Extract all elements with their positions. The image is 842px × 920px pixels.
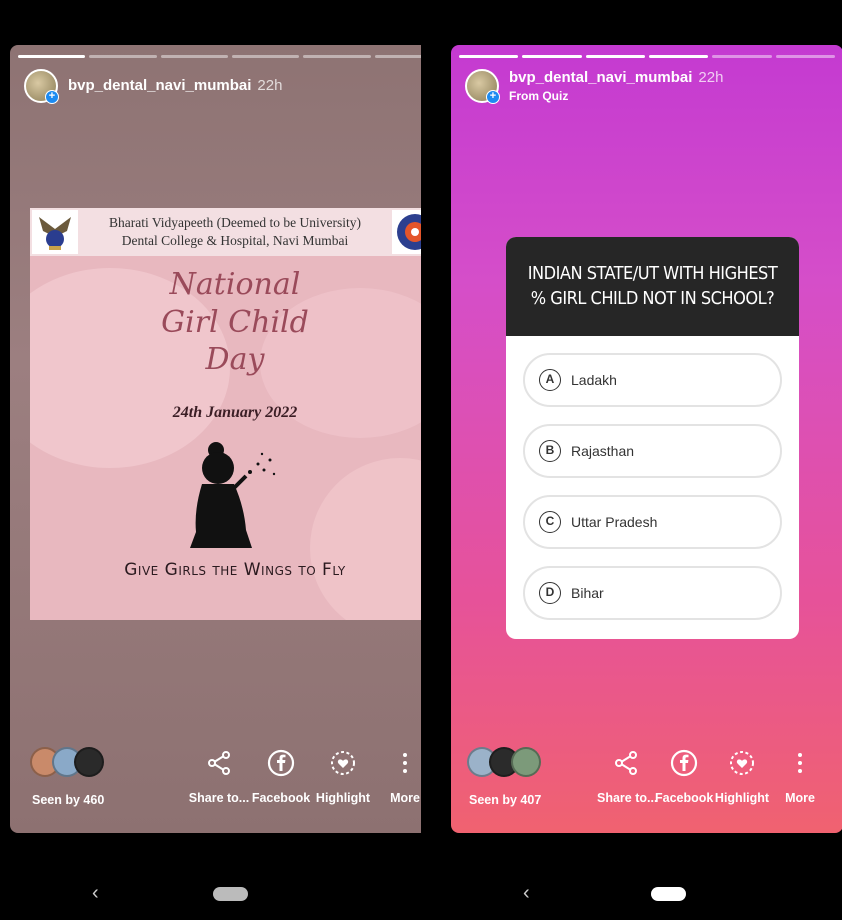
facebook-label: Facebook (251, 791, 311, 805)
facebook-icon (250, 747, 312, 779)
viewer-avatar[interactable] (74, 747, 104, 777)
story-actions: Share to... Facebook Highlight More (188, 747, 436, 805)
progress-segment (89, 55, 157, 58)
right-phone-screen: + bvp_dental_navi_mumbai 22h From Quiz IN… (421, 0, 842, 920)
quiz-options: A Ladakh B Rajasthan C Uttar Pradesh D B… (506, 336, 799, 620)
option-letter: D (539, 582, 561, 604)
avatar[interactable]: + (24, 69, 59, 104)
quiz-sticker: INDIAN STATE/UT WITH HIGHEST % GIRL CHIL… (506, 237, 799, 639)
add-story-icon[interactable]: + (45, 90, 59, 104)
title-line-3: Day (205, 342, 265, 377)
highlight-button[interactable]: Highlight (713, 747, 771, 805)
progress-segment (775, 55, 835, 58)
left-phone-screen: + bvp_dental_navi_mumbai 22h Bharati Vidy… (0, 0, 450, 920)
progress-segment (160, 55, 228, 58)
share-button[interactable]: Share to... (597, 747, 658, 805)
option-text: Uttar Pradesh (571, 514, 658, 530)
share-icon (188, 747, 250, 779)
seen-count[interactable]: Seen by 407 (469, 793, 541, 807)
story-card-quiz[interactable]: + bvp_dental_navi_mumbai 22h From Quiz IN… (451, 45, 842, 833)
college-line-2: Dental College & Hospital, Navi Mumbai (121, 233, 349, 248)
highlight-button[interactable]: Highlight (312, 747, 374, 805)
title-line-2: Girl Child (161, 304, 309, 340)
progress-segment (712, 55, 772, 58)
quiz-option-d[interactable]: D Bihar (523, 566, 782, 620)
poster-image: Bharati Vidyapeeth (Deemed to be Univers… (30, 208, 440, 620)
back-icon[interactable]: ‹ (92, 882, 99, 905)
username[interactable]: bvp_dental_navi_mumbai (509, 69, 692, 86)
avatar[interactable]: + (465, 69, 500, 104)
facebook-label: Facebook (655, 791, 714, 805)
title-line-1: National (169, 267, 301, 302)
seen-count[interactable]: Seen by 460 (32, 793, 104, 807)
highlight-label: Highlight (315, 791, 371, 805)
story-progress-bar (459, 55, 835, 58)
progress-segment (585, 55, 645, 58)
share-label: Share to... (188, 791, 250, 805)
more-label: More (785, 791, 815, 805)
back-icon[interactable]: ‹ (523, 882, 530, 905)
story-header: + bvp_dental_navi_mumbai 22h (24, 69, 436, 104)
progress-segment (648, 55, 709, 58)
option-text: Ladakh (571, 372, 617, 388)
viewer-avatars[interactable] (30, 747, 104, 777)
share-icon (597, 747, 655, 779)
progress-segment (18, 55, 86, 58)
poster-date: 24th January 2022 (172, 404, 298, 421)
progress-segment (303, 55, 371, 58)
poster-header: Bharati Vidyapeeth (Deemed to be Univers… (30, 208, 440, 256)
university-logo-icon (32, 210, 78, 254)
facebook-icon (655, 747, 713, 779)
college-line-1: Bharati Vidyapeeth (Deemed to be Univers… (109, 214, 361, 230)
highlight-heart-icon (312, 747, 374, 779)
story-header-text: bvp_dental_navi_mumbai 22h From Quiz (509, 69, 723, 103)
story-header: + bvp_dental_navi_mumbai 22h From Quiz (465, 69, 829, 104)
facebook-button[interactable]: Facebook (655, 747, 713, 805)
facebook-button[interactable]: Facebook (250, 747, 312, 805)
progress-segment (459, 55, 519, 58)
system-nav-bar: ‹ (421, 868, 842, 920)
option-text: Rajasthan (571, 443, 635, 459)
quiz-question: INDIAN STATE/UT WITH HIGHEST % GIRL CHIL… (506, 237, 799, 336)
highlight-heart-icon (713, 747, 771, 779)
story-progress-bar (18, 55, 442, 58)
story-source[interactable]: From Quiz (509, 89, 723, 103)
more-vertical-icon (771, 747, 829, 779)
option-letter: A (539, 369, 561, 391)
quiz-option-b[interactable]: B Rajasthan (523, 424, 782, 478)
progress-segment (522, 55, 582, 58)
girl-silhouette-icon (190, 442, 276, 548)
story-card-poster[interactable]: + bvp_dental_navi_mumbai 22h Bharati Vidy… (10, 45, 450, 833)
viewer-avatars[interactable] (467, 747, 541, 777)
highlight-label: Highlight (714, 791, 770, 805)
quiz-option-c[interactable]: C Uttar Pradesh (523, 495, 782, 549)
story-header-text: bvp_dental_navi_mumbai 22h (68, 77, 282, 95)
home-pill-icon[interactable] (213, 887, 248, 901)
home-pill-icon[interactable] (651, 887, 686, 901)
story-footer: Seen by 407 Share to... Facebook Highlig… (451, 747, 842, 817)
option-letter: B (539, 440, 561, 462)
username[interactable]: bvp_dental_navi_mumbai (68, 77, 251, 94)
share-button[interactable]: Share to... (188, 747, 250, 805)
share-label: Share to... (597, 791, 658, 805)
option-letter: C (539, 511, 561, 533)
story-footer: Seen by 460 Share to... Facebook Highlig… (10, 747, 450, 817)
add-story-icon[interactable]: + (486, 90, 500, 104)
quiz-option-a[interactable]: A Ladakh (523, 353, 782, 407)
progress-segment (231, 55, 300, 58)
story-actions: Share to... Facebook Highlight More (597, 747, 829, 805)
story-time: 22h (698, 69, 724, 86)
poster-tagline: Give Girls the Wings to Fly (124, 560, 346, 580)
college-name: Bharati Vidyapeeth (Deemed to be Univers… (109, 214, 361, 250)
option-text: Bihar (571, 585, 604, 601)
system-nav-bar: ‹ (0, 868, 421, 920)
viewer-avatar[interactable] (511, 747, 541, 777)
more-button[interactable]: More (771, 747, 829, 805)
story-time: 22h (257, 77, 283, 94)
poster-title: National Girl Child Day (30, 266, 440, 379)
